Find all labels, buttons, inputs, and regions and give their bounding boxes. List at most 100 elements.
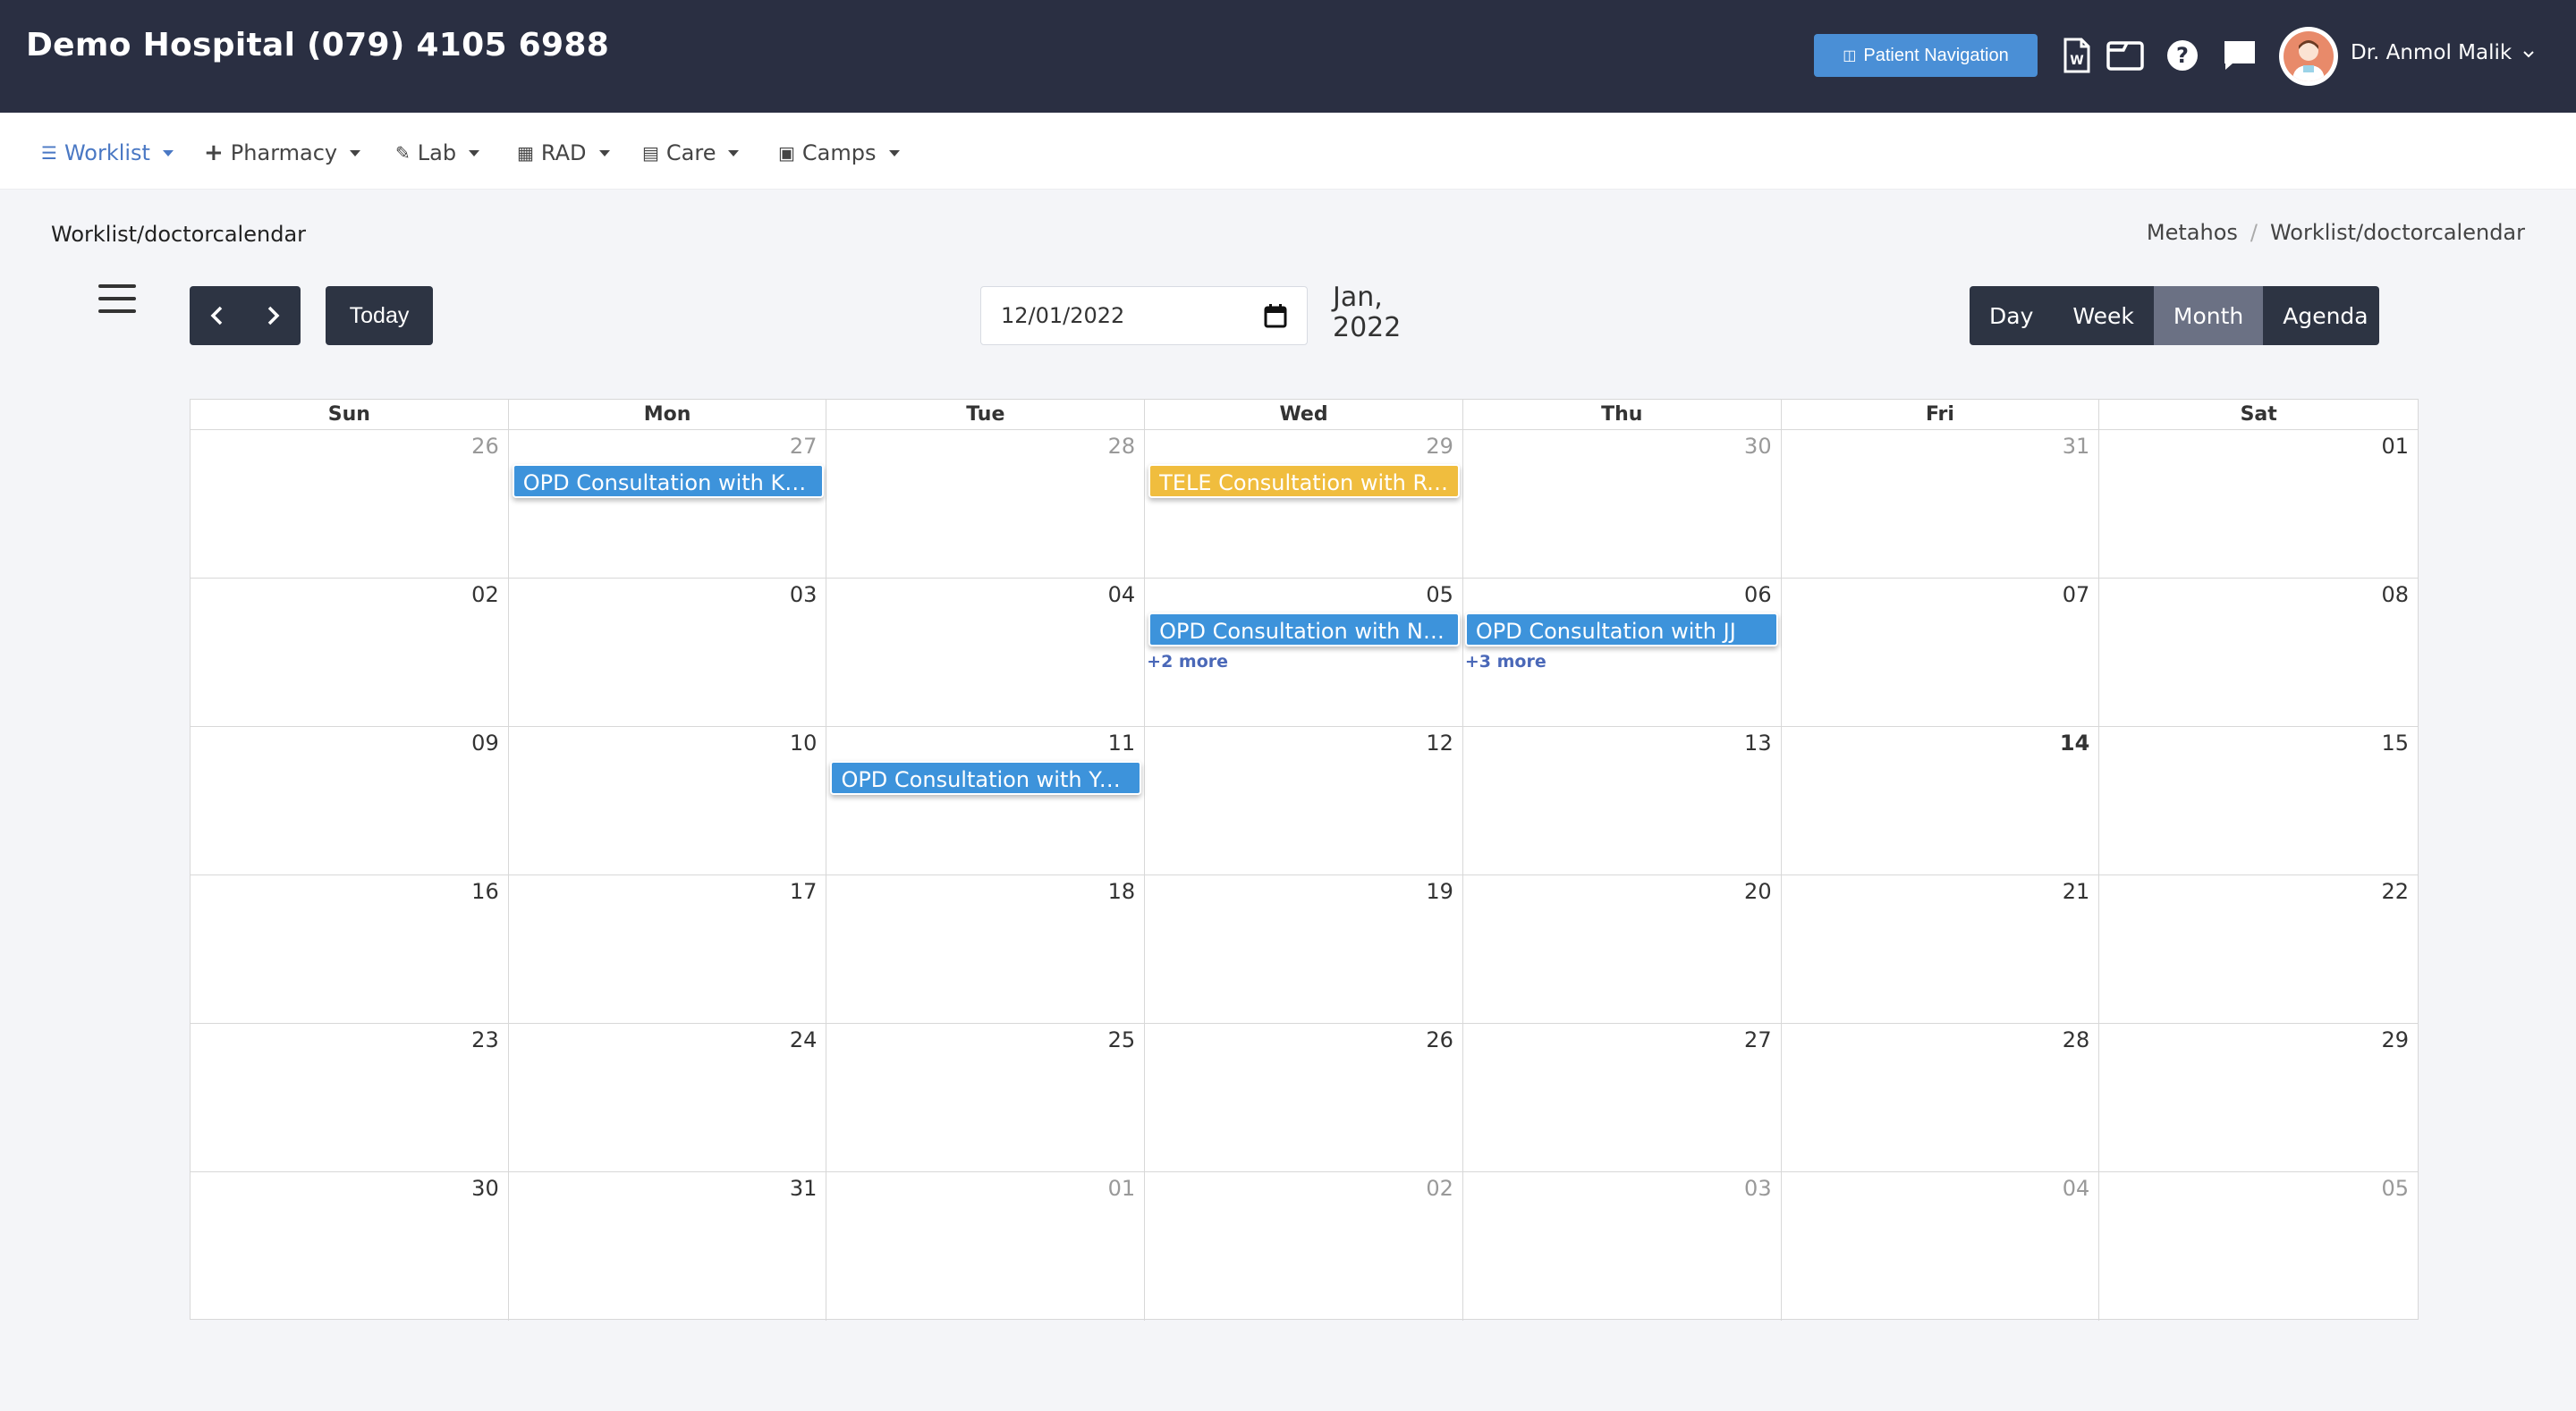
day-cell[interactable]: 26 xyxy=(1145,1024,1463,1171)
day-cell[interactable]: 15 xyxy=(2099,727,2418,874)
menu-pharmacy[interactable]: + Pharmacy xyxy=(204,138,361,168)
day-number[interactable]: 15 xyxy=(2381,731,2409,756)
day-cell[interactable]: 17 xyxy=(509,875,827,1023)
day-number[interactable]: 30 xyxy=(471,1176,499,1201)
day-number[interactable]: 23 xyxy=(471,1027,499,1052)
today-button[interactable]: Today xyxy=(326,286,433,345)
day-cell[interactable]: 01 xyxy=(2099,430,2418,578)
day-cell[interactable]: 31 xyxy=(1782,430,2100,578)
day-number[interactable]: 04 xyxy=(2063,1176,2090,1201)
day-number[interactable]: 03 xyxy=(1744,1176,1772,1201)
day-number[interactable]: 10 xyxy=(790,731,818,756)
menu-worklist[interactable]: ☰ Worklist xyxy=(41,138,174,168)
day-number[interactable]: 01 xyxy=(1108,1176,1136,1201)
day-cell[interactable]: 26 xyxy=(191,430,509,578)
calendar-event[interactable]: OPD Consultation with JJ xyxy=(1464,613,1778,646)
day-number[interactable]: 07 xyxy=(2063,582,2090,607)
chevron-down-icon[interactable] xyxy=(2522,48,2535,61)
day-cell[interactable]: 29 xyxy=(2099,1024,2418,1171)
day-cell[interactable]: 12 xyxy=(1145,727,1463,874)
day-cell[interactable]: 30 xyxy=(191,1172,509,1321)
day-number[interactable]: 03 xyxy=(790,582,818,607)
day-number[interactable]: 04 xyxy=(1108,582,1136,607)
day-cell[interactable]: 31 xyxy=(509,1172,827,1321)
day-cell[interactable]: 16 xyxy=(191,875,509,1023)
calendar-event[interactable]: TELE Consultation with Rek... xyxy=(1148,464,1461,498)
day-number[interactable]: 29 xyxy=(2381,1027,2409,1052)
day-cell[interactable]: 20 xyxy=(1463,875,1782,1023)
day-number[interactable]: 29 xyxy=(1426,434,1453,459)
breadcrumb-root[interactable]: Metahos xyxy=(2147,220,2238,245)
day-cell[interactable]: 29 TELE Consultation with Rek... xyxy=(1145,430,1463,578)
view-week-button[interactable]: Week xyxy=(2053,286,2154,345)
menu-toggle-icon[interactable] xyxy=(98,284,136,315)
menu-rad[interactable]: ▦ RAD xyxy=(517,138,610,168)
day-cell[interactable]: 22 xyxy=(2099,875,2418,1023)
day-number-today[interactable]: 14 xyxy=(2060,731,2089,756)
chat-icon[interactable] xyxy=(2218,34,2261,77)
day-cell[interactable]: 05 OPD Consultation with Nish... +2 more xyxy=(1145,579,1463,726)
help-icon[interactable]: ? xyxy=(2161,34,2204,77)
day-number[interactable]: 02 xyxy=(471,582,499,607)
day-cell[interactable]: 28 xyxy=(826,430,1146,578)
day-cell[interactable]: 01 xyxy=(826,1172,1146,1321)
day-cell[interactable]: 23 xyxy=(191,1024,509,1171)
day-number[interactable]: 31 xyxy=(2063,434,2090,459)
day-number[interactable]: 21 xyxy=(2063,879,2090,904)
menu-care[interactable]: ▤ Care xyxy=(642,138,740,168)
day-number[interactable]: 05 xyxy=(1426,582,1453,607)
day-cell[interactable]: 25 xyxy=(826,1024,1146,1171)
more-events-link[interactable]: +2 more xyxy=(1147,652,1228,672)
calendar-event[interactable]: OPD Consultation with Yell... xyxy=(830,761,1142,795)
day-cell[interactable]: 28 xyxy=(1782,1024,2100,1171)
avatar[interactable] xyxy=(2279,27,2338,86)
day-number[interactable]: 22 xyxy=(2381,879,2409,904)
day-cell[interactable]: 24 xyxy=(509,1024,827,1171)
day-number[interactable]: 16 xyxy=(471,879,499,904)
day-cell[interactable]: 27 OPD Consultation with Kris... xyxy=(509,430,827,578)
day-cell[interactable]: 07 xyxy=(1782,579,2100,726)
day-cell[interactable]: 27 xyxy=(1463,1024,1782,1171)
date-input[interactable]: 12/01/2022 xyxy=(980,286,1308,345)
word-document-icon[interactable]: W xyxy=(2055,34,2098,77)
day-cell[interactable]: 18 xyxy=(826,875,1146,1023)
day-number[interactable]: 26 xyxy=(1426,1027,1453,1052)
day-cell[interactable]: 04 xyxy=(1782,1172,2100,1321)
day-number[interactable]: 11 xyxy=(1108,731,1136,756)
day-number[interactable]: 27 xyxy=(1744,1027,1772,1052)
day-cell[interactable]: 13 xyxy=(1463,727,1782,874)
day-number[interactable]: 24 xyxy=(790,1027,818,1052)
day-cell[interactable]: 11 OPD Consultation with Yell... xyxy=(826,727,1146,874)
day-cell[interactable]: 03 xyxy=(509,579,827,726)
calendar-event[interactable]: OPD Consultation with Kris... xyxy=(512,464,824,498)
day-cell-today[interactable]: 14 xyxy=(1782,727,2100,874)
day-number[interactable]: 19 xyxy=(1426,879,1453,904)
day-number[interactable]: 13 xyxy=(1744,731,1772,756)
day-cell[interactable]: 04 xyxy=(826,579,1146,726)
more-events-link[interactable]: +3 more xyxy=(1465,652,1546,672)
patient-navigation-button[interactable]: ◫ Patient Navigation xyxy=(1814,34,2038,77)
view-day-button[interactable]: Day xyxy=(1970,286,2053,345)
day-number[interactable]: 26 xyxy=(471,434,499,459)
day-number[interactable]: 31 xyxy=(790,1176,818,1201)
day-number[interactable]: 30 xyxy=(1744,434,1772,459)
prev-button[interactable] xyxy=(190,286,245,345)
day-number[interactable]: 02 xyxy=(1426,1176,1453,1201)
folder-icon[interactable] xyxy=(2104,34,2147,77)
day-cell[interactable]: 02 xyxy=(1145,1172,1463,1321)
day-cell[interactable]: 10 xyxy=(509,727,827,874)
day-number[interactable]: 27 xyxy=(790,434,818,459)
day-number[interactable]: 06 xyxy=(1744,582,1772,607)
day-cell[interactable]: 02 xyxy=(191,579,509,726)
day-cell[interactable]: 08 xyxy=(2099,579,2418,726)
day-number[interactable]: 20 xyxy=(1744,879,1772,904)
day-number[interactable]: 28 xyxy=(1108,434,1136,459)
day-number[interactable]: 08 xyxy=(2381,582,2409,607)
day-cell[interactable]: 06 OPD Consultation with JJ +3 more xyxy=(1463,579,1782,726)
day-cell[interactable]: 21 xyxy=(1782,875,2100,1023)
day-cell[interactable]: 19 xyxy=(1145,875,1463,1023)
view-month-button[interactable]: Month xyxy=(2153,286,2264,345)
day-cell[interactable]: 30 xyxy=(1463,430,1782,578)
day-number[interactable]: 09 xyxy=(471,731,499,756)
calendar-event[interactable]: OPD Consultation with Nish... xyxy=(1148,613,1461,646)
